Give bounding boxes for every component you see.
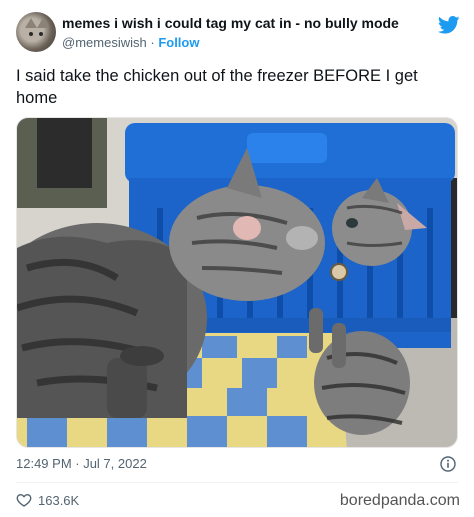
tweet-header: memes i wish i could tag my cat in - no … <box>16 12 460 54</box>
info-icon[interactable] <box>440 456 456 472</box>
follow-button[interactable]: Follow <box>158 35 199 50</box>
tweet-photo[interactable] <box>16 117 458 448</box>
handle-row: @memesiwish · Follow <box>62 35 199 50</box>
source-watermark: boredpanda.com <box>339 492 460 509</box>
avatar-cat-ear <box>37 18 49 28</box>
handle[interactable]: @memesiwish <box>62 35 147 50</box>
separator: · <box>150 35 155 50</box>
avatar-cat-eye <box>39 32 43 36</box>
background-person-legs <box>37 118 92 188</box>
heart-icon[interactable] <box>16 492 32 508</box>
avatar-cat-eye <box>29 32 33 36</box>
avatar-cat-ear <box>25 18 37 28</box>
cats-photo <box>17 118 457 447</box>
tweet-text: I said take the chicken out of the freez… <box>16 67 418 107</box>
display-name[interactable]: memes i wish i could tag my cat in - no … <box>62 15 399 31</box>
avatar[interactable] <box>16 12 56 52</box>
twitter-bird-icon[interactable] <box>438 16 460 34</box>
like-action[interactable]: 163.6K <box>16 492 79 508</box>
tweet-timestamp[interactable]: 12:49 PM · Jul 7, 2022 <box>16 456 147 471</box>
like-count: 163.6K <box>38 492 80 508</box>
divider <box>16 482 458 483</box>
